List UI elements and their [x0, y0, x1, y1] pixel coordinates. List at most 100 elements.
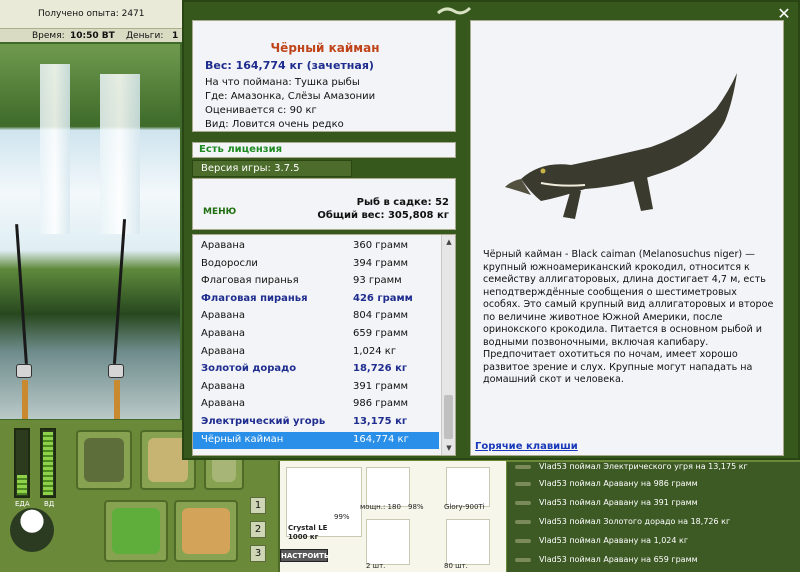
- catch-row[interactable]: Водоросли 394 грамм: [193, 256, 439, 273]
- cage-summary: МЕНЮ Рыб в садке: 52 Общий вес: 305,808 …: [192, 178, 456, 230]
- food-label: ЕДА: [15, 500, 30, 508]
- catch-row[interactable]: Аравана 986 грамм: [193, 396, 439, 413]
- catch-row[interactable]: Электрический угорь 13,175 кг: [193, 414, 439, 431]
- chat-message: Vlad53 поймал Аравану на 659 грамм: [515, 555, 698, 564]
- groundbait-slot[interactable]: [104, 500, 168, 562]
- experience-text: Получено опыта: 2471: [38, 9, 145, 19]
- catch-fish-name: Флаговая пиранья: [201, 292, 308, 304]
- rod-weight: 1000 кг: [288, 533, 319, 541]
- chat-message: Vlad53 поймал Электрического угря на 13,…: [515, 462, 748, 471]
- bucket-slot[interactable]: [174, 500, 238, 562]
- catch-fish-name: Чёрный кайман: [201, 433, 284, 445]
- rod-grip-left: [22, 380, 28, 419]
- time-value: 10:50 ВТ: [70, 31, 115, 41]
- catch-fish-name: Аравана: [201, 380, 246, 392]
- waterfall: [40, 64, 70, 234]
- catch-fish-name: Электрический угорь: [201, 416, 326, 427]
- catch-fish-name: Флаговая пиранья: [201, 275, 299, 287]
- catch-threshold: Оценивается с: 90 кг: [205, 105, 317, 116]
- reel-left: [16, 364, 32, 378]
- bait-count: 80 шт.: [444, 562, 468, 570]
- reel-power: мощн.: 180: [360, 503, 401, 511]
- catch-fish-weight: 164,774 кг: [353, 433, 409, 445]
- page-button-3[interactable]: 3: [250, 545, 266, 562]
- hook-count: 2 шт.: [366, 562, 386, 570]
- line-slot[interactable]: [446, 467, 490, 507]
- cooking-pot-icon[interactable]: [10, 508, 54, 552]
- line-name: Glory-900Ti: [444, 503, 485, 511]
- catch-fish-weight: 986 грамм: [353, 398, 409, 410]
- catch-row[interactable]: Аравана 659 грамм: [193, 326, 439, 343]
- catch-list-scrollbar[interactable]: ▲ ▼: [441, 235, 455, 455]
- catch-fish-weight: 18,726 кг: [353, 363, 408, 375]
- species-description: Чёрный кайман - Black caiman (Melanosuch…: [483, 249, 774, 385]
- cage-fish-count: Рыб в садке: 52: [356, 197, 449, 208]
- fish-details-pane: Чёрный кайман Вес: 164,774 кг (зачетная)…: [192, 20, 456, 456]
- catch-row[interactable]: Флаговая пиранья 93 грамм: [193, 273, 439, 290]
- page-button-2[interactable]: 2: [250, 521, 266, 538]
- time-label: Время:: [32, 31, 65, 41]
- catch-fish-name: Водоросли: [201, 257, 258, 269]
- fish-info-box: Чёрный кайман Вес: 164,774 кг (зачетная)…: [192, 20, 456, 132]
- drink-label: ВД: [44, 500, 55, 508]
- backpack-slot[interactable]: [76, 430, 132, 490]
- hud-top-bar: Получено опыта: 2471 Время: 10:50 ВТ Ден…: [0, 0, 190, 42]
- reel-slot[interactable]: [366, 467, 410, 507]
- chat-message: Vlad53 поймал Аравану на 391 грамм: [515, 498, 698, 507]
- catch-row[interactable]: Флаговая пиранья 426 грамм: [193, 291, 439, 308]
- catch-fish-name: Аравана: [201, 328, 246, 339]
- chat-message: Vlad53 поймал Золотого дорадо на 18,726 …: [515, 517, 730, 526]
- catch-rarity: Вид: Ловится очень редко: [205, 119, 344, 130]
- page-button-1[interactable]: 1: [250, 497, 266, 514]
- catch-fish-weight: 93 грамм: [353, 275, 402, 287]
- catch-list[interactable]: Аравана 360 грамм Водоросли 394 грамм Флагов…: [192, 234, 456, 456]
- fishing-scene[interactable]: [0, 44, 180, 419]
- catch-row[interactable]: Аравана 391 грамм: [193, 379, 439, 396]
- catch-fish-weight: 360 грамм: [353, 240, 409, 251]
- catch-fish-name: Аравана: [201, 398, 246, 410]
- catch-row[interactable]: Золотой дорадо 18,726 кг: [193, 361, 439, 378]
- catch-row[interactable]: Аравана 360 грамм: [193, 238, 439, 255]
- chat-message: Vlad53 поймал Аравану на 1,024 кг: [515, 536, 688, 545]
- catch-fish-weight: 1,024 кг: [353, 345, 397, 357]
- reel-right: [108, 364, 124, 378]
- catch-fish-weight: 391 грамм: [353, 380, 409, 392]
- catch-fish-weight: 13,175 кг: [353, 416, 408, 427]
- catch-fish-weight: 804 грамм: [353, 310, 409, 322]
- game-version: Версия игры: 3.7.5: [192, 160, 352, 177]
- catch-fish-name: Аравана: [201, 240, 246, 251]
- money-label: Деньги:: [126, 31, 164, 41]
- fishing-rod-right[interactable]: [112, 219, 127, 364]
- catch-fish-name: Золотой дорадо: [201, 363, 297, 375]
- catch-row[interactable]: Аравана 1,024 кг: [193, 344, 439, 361]
- food-meter: [14, 428, 30, 498]
- drink-meter: [40, 428, 56, 498]
- scroll-thumb[interactable]: [444, 395, 453, 439]
- rod-condition: 99%: [334, 513, 350, 521]
- scroll-down-icon[interactable]: ▼: [443, 442, 455, 454]
- money-value: 1: [172, 31, 179, 41]
- bait-slot[interactable]: [446, 519, 490, 565]
- catch-row[interactable]: Чёрный кайман 164,774 кг: [193, 431, 439, 449]
- catch-fish-weight: 394 грамм: [353, 257, 409, 269]
- catch-row[interactable]: Аравана 804 грамм: [193, 308, 439, 325]
- license-status: Есть лицензия: [192, 142, 456, 158]
- hook-slot[interactable]: [366, 519, 410, 565]
- fish-info-dialog: ✕ Чёрный кайман Вес: 164,774 кг (зачетна…: [182, 0, 800, 460]
- scroll-up-icon[interactable]: ▲: [443, 236, 455, 248]
- catch-fish-name: Аравана: [201, 345, 246, 357]
- tune-button[interactable]: НАСТРОИТЬ: [280, 549, 329, 562]
- hotkeys-link[interactable]: Горячие клавиши: [475, 441, 578, 452]
- status-meters: ЕДА ВД: [8, 428, 62, 513]
- catch-bait: На что поймана: Тушка рыбы: [205, 77, 360, 88]
- catch-fish-name: Аравана: [201, 310, 246, 322]
- chat-log: Vlad53 поймал Электрического угря на 13,…: [507, 462, 800, 572]
- species-pane: Чёрный кайман - Black caiman (Melanosuch…: [470, 20, 784, 456]
- hud-status-row: Время: 10:50 ВТ Деньги: 1: [0, 28, 190, 42]
- fishing-rod-left[interactable]: [15, 224, 28, 364]
- reel-condition: 98%: [408, 503, 424, 511]
- catch-fish-weight: 659 грамм: [353, 328, 409, 339]
- black-caiman-image: [505, 73, 737, 219]
- menu-button[interactable]: МЕНЮ: [203, 207, 236, 217]
- chat-message: Vlad53 поймал Аравану на 986 грамм: [515, 479, 698, 488]
